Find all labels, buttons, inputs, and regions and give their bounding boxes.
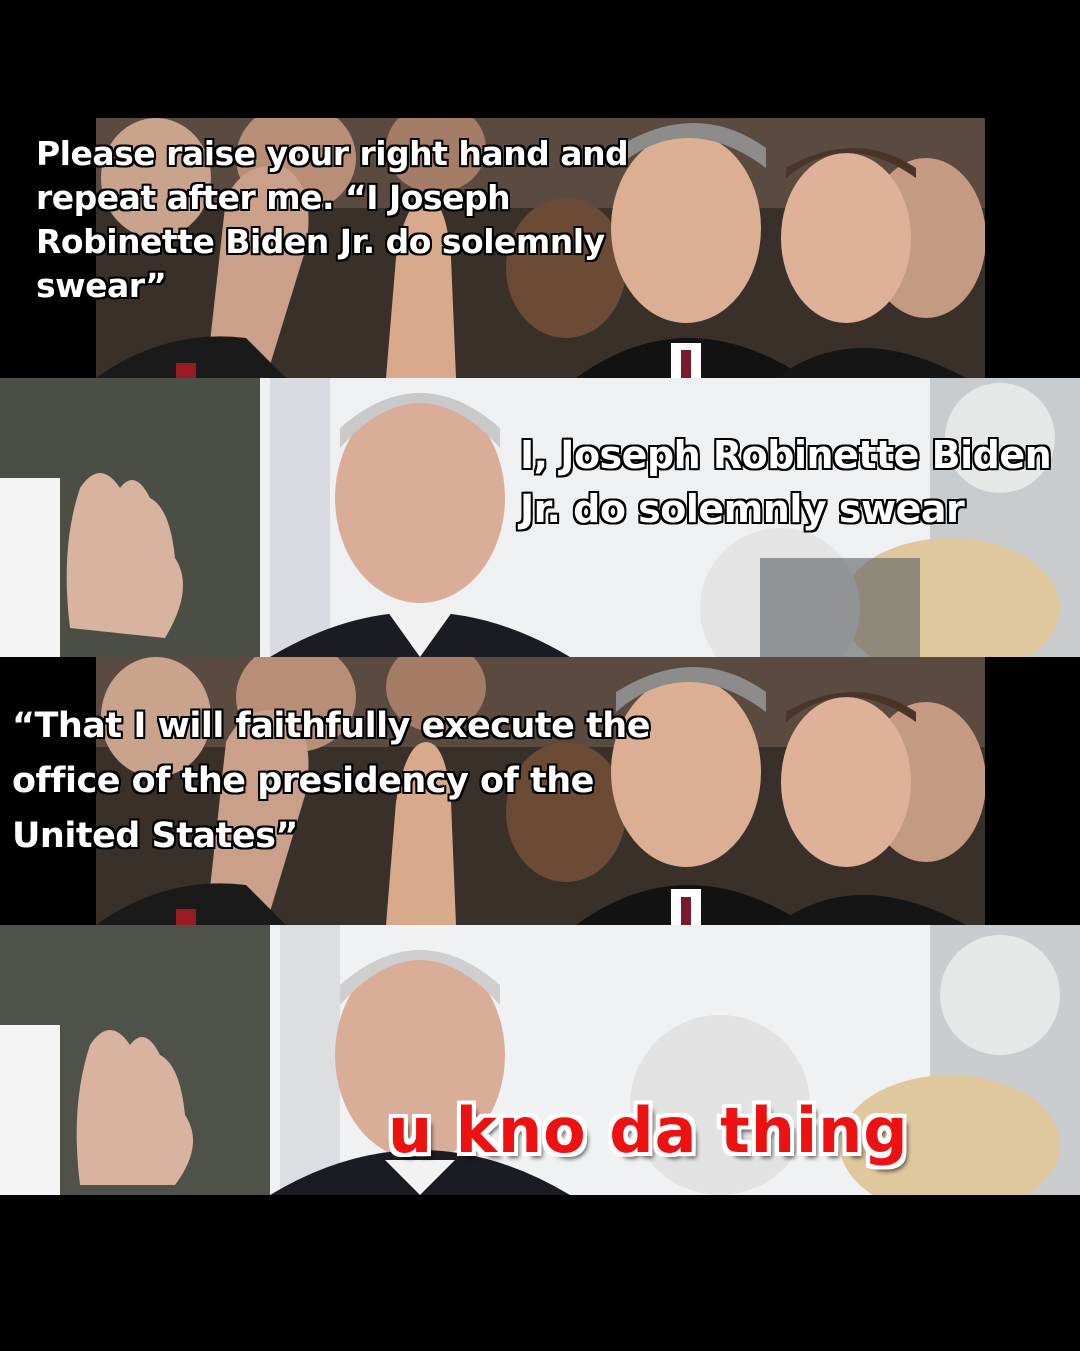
meme-page: Please raise your right hand and repeat … — [0, 0, 1080, 1351]
caption-1: Please raise your right hand and repeat … — [36, 134, 629, 305]
panel-3-judges: “That I will faithfully execute the offi… — [12, 657, 985, 925]
caption-4: u kno da thing — [388, 1094, 909, 1167]
panel-4-speaker: u kno da thing — [0, 925, 1080, 1195]
panel-2-speaker: I, Joseph Robinette Biden Jr. do solemnl… — [0, 378, 1080, 657]
caption-3: “That I will faithfully execute the offi… — [12, 706, 650, 856]
caption-2: I, Joseph Robinette Biden Jr. do solemnl… — [520, 433, 1052, 531]
panel-1-judges: Please raise your right hand and repeat … — [36, 118, 985, 378]
